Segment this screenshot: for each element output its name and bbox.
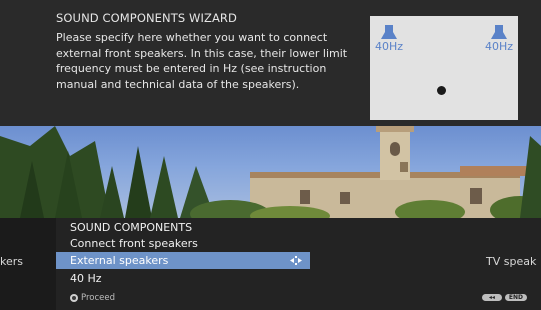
tv-screen: SOUND COMPONENTS WIZARD Please specify h… xyxy=(0,0,541,310)
wizard-description: Please specify here whether you want to … xyxy=(56,31,348,91)
speaker-icon xyxy=(491,25,507,39)
tv-picture-background xyxy=(0,126,541,218)
ok-button-icon xyxy=(70,294,78,302)
left-front-speaker: 40Hz xyxy=(374,25,404,53)
next-option[interactable]: TV speak xyxy=(486,255,536,268)
right-front-speaker: 40Hz xyxy=(484,25,514,53)
frequency-value[interactable]: 40 Hz xyxy=(70,272,102,285)
end-button[interactable]: END xyxy=(504,294,527,301)
listener-position-icon xyxy=(437,86,446,95)
selected-option-label: External speakers xyxy=(70,254,169,267)
footer-hint[interactable]: Proceed xyxy=(70,293,115,303)
speaker-icon xyxy=(381,25,397,39)
wizard-title: SOUND COMPONENTS WIZARD xyxy=(56,11,237,25)
wizard-info-panel: SOUND COMPONENTS WIZARD Please specify h… xyxy=(0,0,541,126)
left-speaker-frequency: 40Hz xyxy=(374,40,404,53)
speaker-layout-diagram: 40Hz 40Hz xyxy=(370,16,518,120)
landscape-image xyxy=(0,126,541,218)
menu-title: SOUND COMPONENTS xyxy=(70,221,193,234)
navigation-buttons: ◂◂ END xyxy=(481,294,527,301)
back-button[interactable]: ◂◂ xyxy=(481,294,502,301)
sound-components-menu: SOUND COMPONENTS Connect front speakers … xyxy=(0,218,541,310)
menu-subtitle: Connect front speakers xyxy=(70,237,198,250)
speaker-option-selector[interactable]: External speakers xyxy=(56,252,310,269)
left-right-arrows-icon xyxy=(290,256,302,265)
right-speaker-frequency: 40Hz xyxy=(484,40,514,53)
previous-option[interactable]: kers xyxy=(0,255,30,268)
proceed-label: Proceed xyxy=(81,293,116,303)
